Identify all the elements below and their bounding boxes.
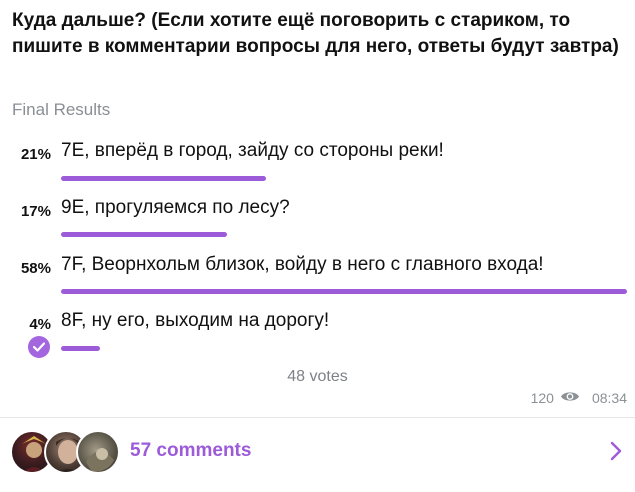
- poll-question: Куда дальше? (Если хотите ещё поговорить…: [12, 10, 619, 57]
- poll-option[interactable]: 4% 8F, ну его, выходим на дорогу!: [0, 310, 635, 366]
- option-percent: 21%: [20, 146, 51, 163]
- option-text: 7F, Веорнхольм близок, войду в него с гл…: [61, 254, 544, 275]
- check-icon: [28, 336, 50, 358]
- option-text: 9E, прогуляемся по лесу?: [61, 197, 290, 218]
- message-meta: 120 08:34: [531, 390, 627, 406]
- votes-count: 48 votes: [287, 368, 348, 385]
- message-time: 08:34: [591, 390, 627, 406]
- poll-option[interactable]: 17% 9E, прогуляемся по лесу?: [0, 197, 635, 253]
- option-percent: 4%: [29, 316, 51, 333]
- option-bar: [61, 232, 227, 237]
- chevron-right-icon: [609, 440, 623, 467]
- option-bar: [61, 289, 627, 294]
- poll-option[interactable]: 58% 7F, Веорнхольм близок, войду в него …: [0, 254, 635, 310]
- reaction-strip: [26, 486, 80, 492]
- option-percent: 58%: [20, 260, 51, 277]
- comments-label: 57 comments: [130, 440, 252, 461]
- poll-option[interactable]: 21% 7E, вперёд в город, зайду со стороны…: [0, 140, 635, 196]
- comments-row[interactable]: 57 comments: [0, 418, 635, 486]
- option-bar: [61, 176, 266, 181]
- avatar: [76, 430, 120, 474]
- option-text: 8F, ну его, выходим на дорогу!: [61, 310, 330, 331]
- eye-icon: [560, 390, 580, 406]
- views-count: 120: [530, 390, 554, 406]
- option-bar: [61, 346, 100, 351]
- option-percent: 17%: [20, 203, 51, 220]
- option-text: 7E, вперёд в город, зайду со стороны рек…: [61, 140, 444, 161]
- poll-status: Final Results: [12, 100, 111, 119]
